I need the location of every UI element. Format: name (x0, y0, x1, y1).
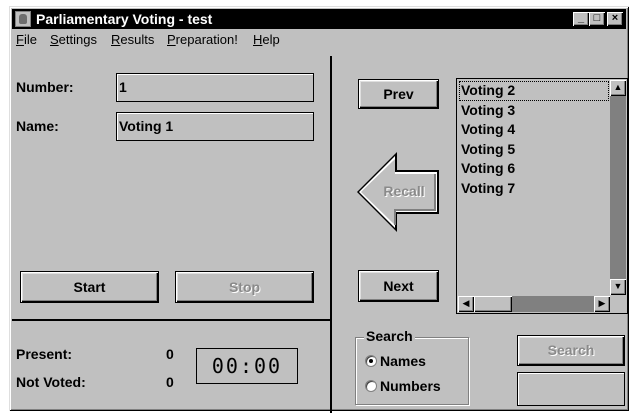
menu-results[interactable]: Results (111, 33, 154, 47)
menu-file[interactable]: File (16, 33, 37, 47)
list-item[interactable]: Voting 7 (459, 179, 609, 199)
recall-button[interactable]: Recall (355, 151, 441, 233)
scroll-up-arrow-icon[interactable]: ▲ (610, 80, 626, 96)
list-item[interactable]: Voting 4 (459, 120, 609, 140)
close-button[interactable]: × (607, 12, 623, 26)
window-title: Parliamentary Voting - test (36, 11, 213, 27)
search-group: Search Names Numbers (355, 328, 469, 405)
name-label: Name: (16, 118, 59, 134)
not-voted-label: Not Voted: (16, 374, 86, 390)
present-value: 0 (166, 346, 174, 362)
stop-button[interactable]: Stop (175, 271, 314, 303)
start-button[interactable]: Start (20, 271, 159, 303)
list-item[interactable]: Voting 2 (459, 81, 609, 101)
names-radio[interactable] (365, 355, 377, 367)
timer-display: 00:00 (196, 348, 298, 384)
number-label: Number: (16, 79, 74, 95)
names-radio-label[interactable]: Names (380, 353, 426, 369)
present-label: Present: (16, 346, 73, 362)
search-button[interactable]: Search (517, 335, 625, 366)
list-item[interactable]: Voting 5 (459, 140, 609, 160)
search-group-title: Search (364, 328, 415, 344)
maximize-button[interactable]: □ (589, 12, 605, 26)
vertical-scrollbar[interactable]: ▲ ▼ (610, 80, 626, 295)
scroll-down-arrow-icon[interactable]: ▼ (610, 279, 626, 295)
horizontal-divider (12, 319, 330, 321)
recall-label: Recall (383, 183, 425, 199)
search-input[interactable] (517, 372, 625, 406)
minimize-button[interactable]: _ (573, 12, 589, 26)
name-field[interactable]: Voting 1 (116, 112, 314, 141)
number-field[interactable]: 1 (116, 73, 314, 102)
list-item[interactable]: Voting 3 (459, 101, 609, 121)
not-voted-value: 0 (166, 374, 174, 390)
title-bar[interactable]: Parliamentary Voting - test _ □ × (12, 9, 626, 29)
main-window: Parliamentary Voting - test _ □ × File S… (9, 6, 629, 413)
horizontal-scrollbar[interactable]: ◀ ▶ (458, 296, 610, 312)
menu-settings[interactable]: Settings (50, 33, 97, 47)
list-item[interactable]: Voting 6 (459, 159, 609, 179)
horizontal-scroll-thumb[interactable] (474, 296, 512, 312)
menu-help[interactable]: Help (253, 33, 280, 47)
numbers-radio-label[interactable]: Numbers (380, 378, 441, 394)
scrollbar-corner (610, 296, 626, 312)
numbers-radio[interactable] (365, 380, 377, 392)
scroll-right-arrow-icon[interactable]: ▶ (594, 296, 610, 312)
scroll-left-arrow-icon[interactable]: ◀ (458, 296, 474, 312)
menu-bar: File Settings Results Preparation! Help (12, 30, 626, 50)
vertical-divider (330, 56, 332, 413)
voting-list: Voting 2 Voting 3 Voting 4 Voting 5 Voti… (459, 81, 609, 198)
hand-icon[interactable] (15, 11, 31, 27)
next-button[interactable]: Next (358, 270, 439, 302)
menu-preparation[interactable]: Preparation! (167, 33, 238, 47)
prev-button[interactable]: Prev (358, 79, 439, 109)
voting-listbox[interactable]: Voting 2 Voting 3 Voting 4 Voting 5 Voti… (456, 78, 628, 314)
